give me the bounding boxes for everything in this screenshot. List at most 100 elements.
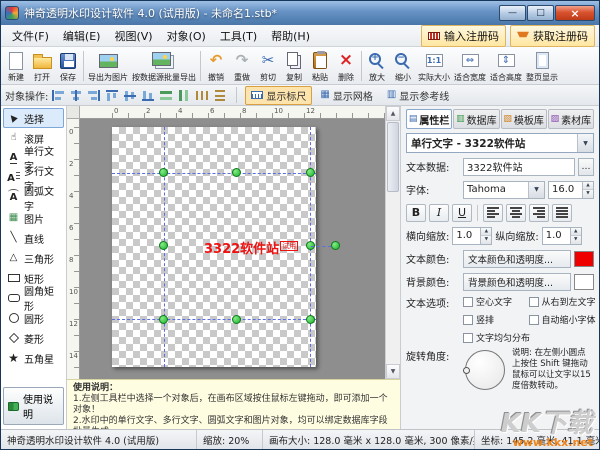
equal-width-button[interactable] <box>158 88 174 103</box>
watermark-canvas[interactable]: 3322软件站试用 <box>112 127 316 367</box>
justify-text-button[interactable] <box>552 204 572 222</box>
underline-button[interactable]: U <box>452 204 472 222</box>
selection-handle[interactable] <box>306 168 315 177</box>
minimize-button[interactable]: — <box>499 5 526 21</box>
align-right-text-button[interactable] <box>529 204 549 222</box>
tab-templates[interactable]: ▧ 模板库 <box>501 109 547 129</box>
spin-up-icon[interactable]: ▲ <box>571 228 581 237</box>
tool-circle[interactable]: 圆形 <box>3 308 64 328</box>
spin-up-icon[interactable]: ▲ <box>583 182 593 191</box>
canvas-vertical-scrollbar[interactable]: ▲ ▼ <box>385 106 400 379</box>
object-selector-combo[interactable]: 单行文字 - 3322软件站 ▼ <box>406 133 594 153</box>
spin-down-icon[interactable]: ▼ <box>481 236 491 244</box>
copy-button[interactable]: 复制 <box>281 48 307 84</box>
tab-database[interactable]: ▥ 数据库 <box>453 109 499 129</box>
tool-rounded-rectangle[interactable]: 圆角矩形 <box>3 288 64 308</box>
selection-handle[interactable] <box>159 241 168 250</box>
vscale-spinner[interactable]: 1.0 ▲ ▼ <box>542 227 582 245</box>
scroll-down-icon[interactable]: ▼ <box>386 364 400 379</box>
align-h-center-button[interactable] <box>68 88 84 103</box>
menu-file[interactable]: 文件(F) <box>5 26 56 46</box>
align-right-button[interactable] <box>86 88 102 103</box>
full-page-button[interactable]: 整页显示 <box>524 48 560 84</box>
undo-button[interactable]: ↶ 撤销 <box>203 48 229 84</box>
fit-height-button[interactable]: ⇕ 适合高度 <box>488 48 524 84</box>
align-left-text-button[interactable] <box>483 204 503 222</box>
new-button[interactable]: 新建 <box>3 48 29 84</box>
bg-color-swatch[interactable] <box>574 274 594 290</box>
zoom-in-button[interactable]: + 放大 <box>364 48 390 84</box>
selection-handle[interactable] <box>232 168 241 177</box>
equal-height-button[interactable] <box>176 88 192 103</box>
show-guides-toggle[interactable]: ▥ 显示参考线 <box>381 86 455 105</box>
align-bottom-button[interactable] <box>140 88 156 103</box>
menu-edit[interactable]: 编辑(E) <box>56 26 108 46</box>
menu-help[interactable]: 帮助(H) <box>264 26 317 46</box>
enter-regcode-button[interactable]: 输入注册码 <box>421 25 506 47</box>
tool-arc-text[interactable]: A 圆弧文字 <box>3 188 64 208</box>
open-button[interactable]: 打开 <box>29 48 55 84</box>
zoom-out-button[interactable]: − 缩小 <box>390 48 416 84</box>
option-rtl-text[interactable]: 从右到左文字 <box>529 295 595 308</box>
scrollbar-thumb[interactable] <box>387 122 399 192</box>
text-color-button[interactable]: 文本颜色和透明度... <box>463 250 571 268</box>
menu-object[interactable]: 对象(O) <box>160 26 213 46</box>
spin-down-icon[interactable]: ▼ <box>583 190 593 198</box>
tool-diamond[interactable]: 菱形 <box>3 328 64 348</box>
watermark-text-object[interactable]: 3322软件站试用 <box>204 238 298 257</box>
hscale-spinner[interactable]: 1.0 ▲ ▼ <box>452 227 492 245</box>
tool-select[interactable]: ▲ 选择 <box>3 108 64 128</box>
maximize-button[interactable]: □ <box>527 5 554 21</box>
tab-properties[interactable]: ▤ 属性栏 <box>406 109 452 129</box>
option-hollow-text[interactable]: 空心文字 <box>463 295 529 308</box>
italic-button[interactable]: I <box>429 204 449 222</box>
h-distribute-button[interactable] <box>194 88 210 103</box>
tool-star[interactable]: ★ 五角星 <box>3 348 64 368</box>
show-ruler-toggle[interactable]: 显示标尺 <box>245 86 312 105</box>
font-size-spinner[interactable]: 16.0 ▲ ▼ <box>548 181 594 199</box>
help-button[interactable]: 使用说明 <box>3 387 64 425</box>
menu-view[interactable]: 视图(V) <box>107 26 159 46</box>
align-v-center-button[interactable] <box>122 88 138 103</box>
selection-handle[interactable] <box>159 168 168 177</box>
option-auto-shrink[interactable]: 自动缩小字体 <box>529 313 595 326</box>
tab-materials[interactable]: ▨ 素材库 <box>548 109 594 129</box>
v-distribute-button[interactable] <box>212 88 228 103</box>
font-combo[interactable]: Tahoma ▼ <box>463 181 545 199</box>
paste-button[interactable]: 粘贴 <box>307 48 333 84</box>
bg-color-button[interactable]: 背景颜色和透明度... <box>463 273 571 291</box>
option-even-distribution[interactable]: 文字均匀分布 <box>463 331 594 344</box>
align-left-button[interactable] <box>50 88 66 103</box>
actual-size-button[interactable]: 1:1 实际大小 <box>416 48 452 84</box>
save-button[interactable]: 保存 <box>55 48 81 84</box>
align-center-text-button[interactable] <box>506 204 526 222</box>
selection-handle[interactable] <box>232 315 241 324</box>
spin-down-icon[interactable]: ▼ <box>571 236 581 244</box>
rotation-dial[interactable] <box>465 350 505 390</box>
tool-line[interactable]: ╲ 直线 <box>3 228 64 248</box>
close-button[interactable]: × <box>555 5 595 21</box>
text-color-swatch[interactable] <box>574 251 594 267</box>
batch-export-button[interactable]: 按数据源批量导出 <box>130 48 198 84</box>
tool-triangle[interactable]: △ 三角形 <box>3 248 64 268</box>
canvas-field[interactable]: 3322软件站试用 <box>80 119 385 379</box>
selection-handle[interactable] <box>159 315 168 324</box>
get-regcode-button[interactable]: 获取注册码 <box>510 25 595 47</box>
option-vertical-text[interactable]: 竖排 <box>463 313 529 326</box>
selection-handle[interactable] <box>306 315 315 324</box>
fit-width-button[interactable]: ⇔ 适合宽度 <box>452 48 488 84</box>
rotation-handle[interactable] <box>331 241 340 250</box>
export-image-button[interactable]: 导出为图片 <box>86 48 130 84</box>
cut-button[interactable]: ✂ 剪切 <box>255 48 281 84</box>
menu-tools[interactable]: 工具(T) <box>213 26 264 46</box>
tool-image[interactable]: ▦ 图片 <box>3 208 64 228</box>
delete-button[interactable]: × 删除 <box>333 48 359 84</box>
align-top-button[interactable] <box>104 88 120 103</box>
redo-button[interactable]: ↷ 重做 <box>229 48 255 84</box>
scroll-up-icon[interactable]: ▲ <box>386 106 400 121</box>
spin-up-icon[interactable]: ▲ <box>481 228 491 237</box>
text-data-input[interactable]: 3322软件站 <box>463 158 575 176</box>
rotation-dial-knob[interactable] <box>463 367 470 374</box>
show-grid-toggle[interactable]: ▦ 显示网格 <box>314 86 378 105</box>
text-data-more-button[interactable]: … <box>578 158 594 176</box>
